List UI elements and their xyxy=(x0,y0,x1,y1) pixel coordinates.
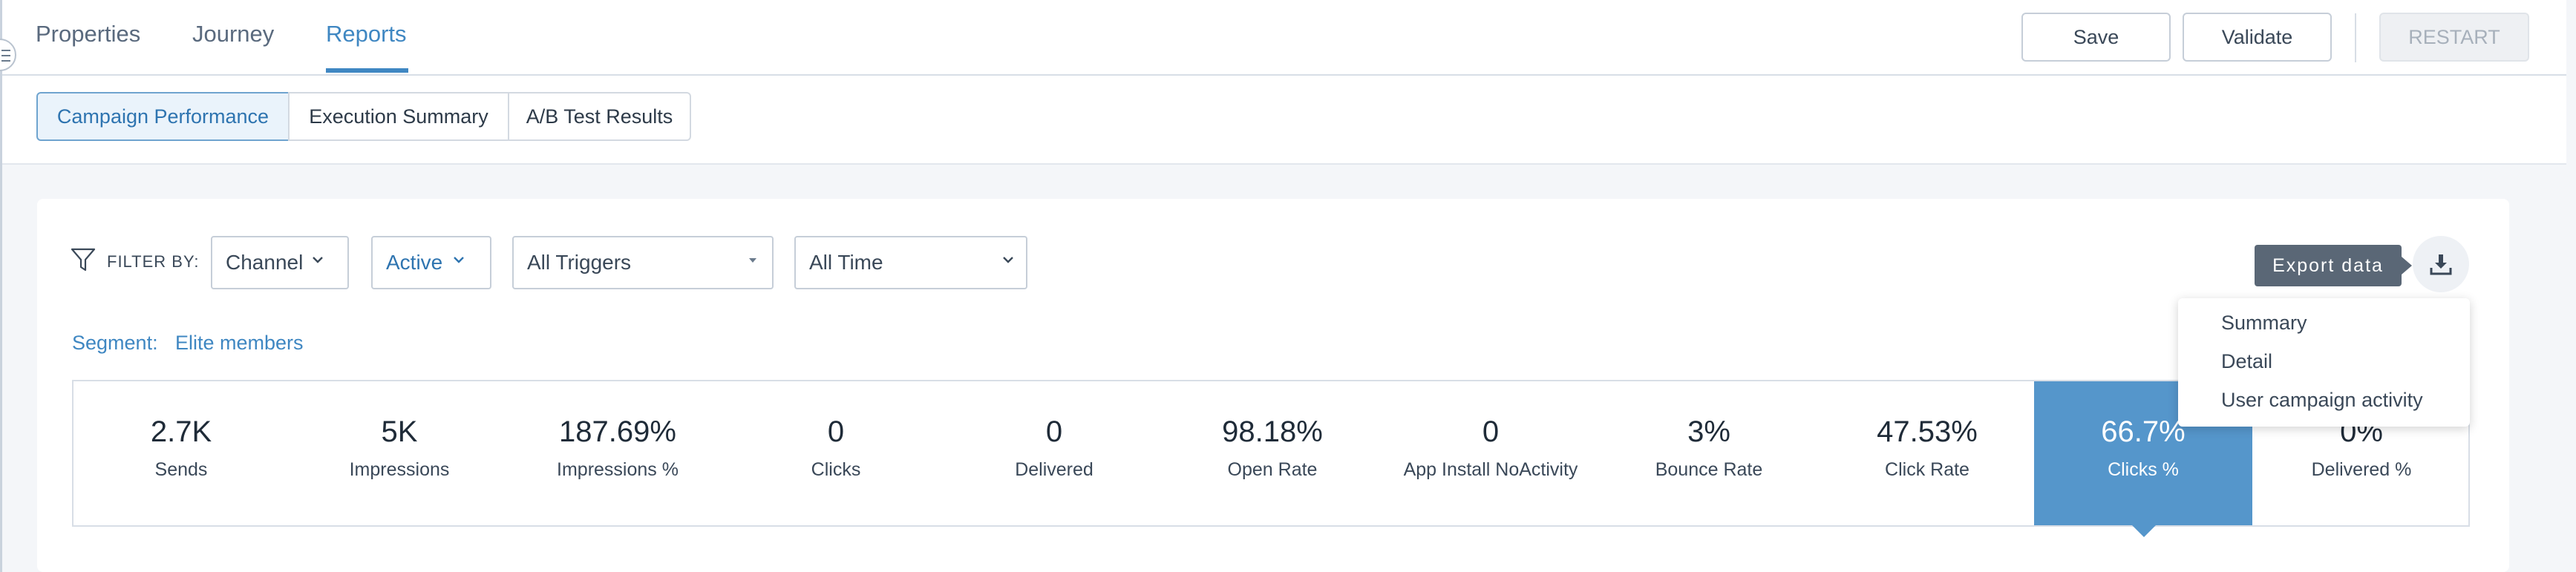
metric-value: 3% xyxy=(1687,415,1730,448)
metric-label: Bounce Rate xyxy=(1655,459,1763,480)
metric-label: Open Rate xyxy=(1227,459,1318,480)
metric-value: 98.18% xyxy=(1222,415,1323,448)
chevron-down-icon xyxy=(454,257,464,263)
save-button[interactable]: Save xyxy=(2021,13,2171,62)
trigger-select-value: All Triggers xyxy=(527,251,632,274)
export-menu-item-summary[interactable]: Summary xyxy=(2221,312,2307,335)
metric-bounce-rate[interactable]: 3% Bounce Rate xyxy=(1600,415,1818,481)
metric-label: Impressions xyxy=(349,459,450,480)
metric-label: Delivered % xyxy=(2311,459,2412,480)
metric-sends[interactable]: 2.7K Sends xyxy=(72,415,290,481)
chevron-down-icon xyxy=(1003,257,1013,263)
metric-value: 5K xyxy=(381,415,418,448)
time-range-dropdown[interactable]: All Time xyxy=(794,236,1027,289)
export-menu-item-detail[interactable]: Detail xyxy=(2221,350,2272,373)
filter-by-label: FILTER BY: xyxy=(107,252,200,271)
selected-metric-caret xyxy=(2131,524,2157,537)
status-dropdown[interactable]: Active xyxy=(371,236,491,289)
metric-label: App Install NoActivity xyxy=(1403,459,1578,480)
subtab-execution-summary[interactable]: Execution Summary xyxy=(288,92,509,141)
metric-value: 47.53% xyxy=(1877,415,1978,448)
channel-dropdown[interactable]: Channel xyxy=(211,236,349,289)
channel-dropdown-value: Channel xyxy=(226,251,304,274)
export-tooltip-arrow xyxy=(2402,257,2412,275)
metric-label: Clicks % xyxy=(2108,459,2179,480)
metric-label: Clicks xyxy=(811,459,861,480)
metric-open-rate[interactable]: 98.18% Open Rate xyxy=(1163,415,1382,481)
metric-value: 0 xyxy=(1482,415,1500,448)
export-button[interactable] xyxy=(2413,236,2469,292)
chevron-down-icon xyxy=(313,257,323,263)
metric-label: Impressions % xyxy=(557,459,679,480)
metric-value: 187.69% xyxy=(559,415,676,448)
metric-label: Sends xyxy=(154,459,208,480)
metric-delivered[interactable]: 0 Delivered xyxy=(945,415,1163,481)
metric-label: Delivered xyxy=(1015,459,1094,480)
tab-journey[interactable]: Journey xyxy=(192,21,274,47)
validate-button[interactable]: Validate xyxy=(2183,13,2332,62)
metric-impressions-pct[interactable]: 187.69% Impressions % xyxy=(509,415,727,481)
filter-icon xyxy=(71,248,96,272)
metric-value: 0 xyxy=(1045,415,1063,448)
metric-click-rate[interactable]: 47.53% Click Rate xyxy=(1818,415,2036,481)
status-dropdown-value: Active xyxy=(386,251,443,274)
subtab-campaign-performance[interactable]: Campaign Performance xyxy=(36,92,290,141)
metric-clicks[interactable]: 0 Clicks xyxy=(727,415,945,481)
time-range-dropdown-value: All Time xyxy=(809,251,883,274)
active-tab-indicator xyxy=(326,68,408,73)
metric-value: 2.7K xyxy=(150,415,212,448)
export-tooltip: Export data xyxy=(2255,245,2402,286)
export-menu-item-user-campaign-activity[interactable]: User campaign activity xyxy=(2221,389,2423,412)
download-icon xyxy=(2430,254,2452,275)
trigger-select[interactable]: All Triggers xyxy=(512,236,774,289)
caret-down-icon xyxy=(749,258,756,263)
segment-label: Segment: xyxy=(72,332,158,354)
tab-properties[interactable]: Properties xyxy=(36,21,140,47)
header-divider xyxy=(2355,13,2356,62)
metric-impressions[interactable]: 5K Impressions xyxy=(290,415,509,481)
tab-reports[interactable]: Reports xyxy=(326,21,407,47)
metric-app-install-noactivity[interactable]: 0 App Install NoActivity xyxy=(1382,415,1600,481)
metric-label: Click Rate xyxy=(1885,459,1969,480)
subtab-ab-test-results[interactable]: A/B Test Results xyxy=(508,92,691,141)
restart-button[interactable]: RESTART xyxy=(2379,13,2529,62)
metric-value: 0 xyxy=(827,415,845,448)
segment-value-link[interactable]: Elite members xyxy=(175,332,304,355)
